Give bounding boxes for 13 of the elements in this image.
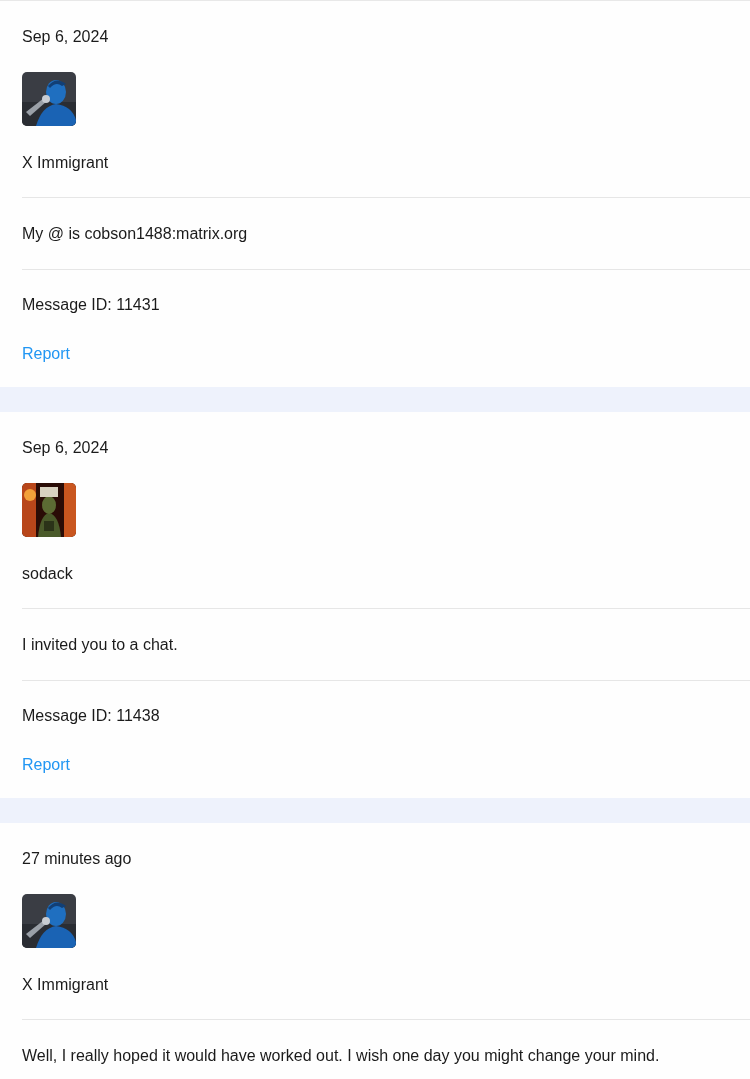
message-text: My @ is cobson1488:matrix.org [22, 224, 248, 244]
message-id: Message ID: 11438 [22, 706, 160, 726]
message-text: Well, I really hoped it would have worked out. I wish one day you might change your mind. [22, 1046, 660, 1066]
author-name: sodack [22, 564, 73, 584]
message-text: I invited you to a chat. [22, 635, 178, 655]
message-id: Message ID: 11431 [22, 295, 160, 315]
report-link[interactable]: Report [22, 753, 71, 777]
message-date: 27 minutes ago [22, 849, 132, 869]
message-date: Sep 6, 2024 [22, 27, 109, 47]
report-link[interactable]: Report [22, 342, 71, 366]
message-date: Sep 6, 2024 [22, 438, 109, 458]
author-name: X Immigrant [22, 975, 109, 995]
author-name: X Immigrant [22, 153, 109, 173]
